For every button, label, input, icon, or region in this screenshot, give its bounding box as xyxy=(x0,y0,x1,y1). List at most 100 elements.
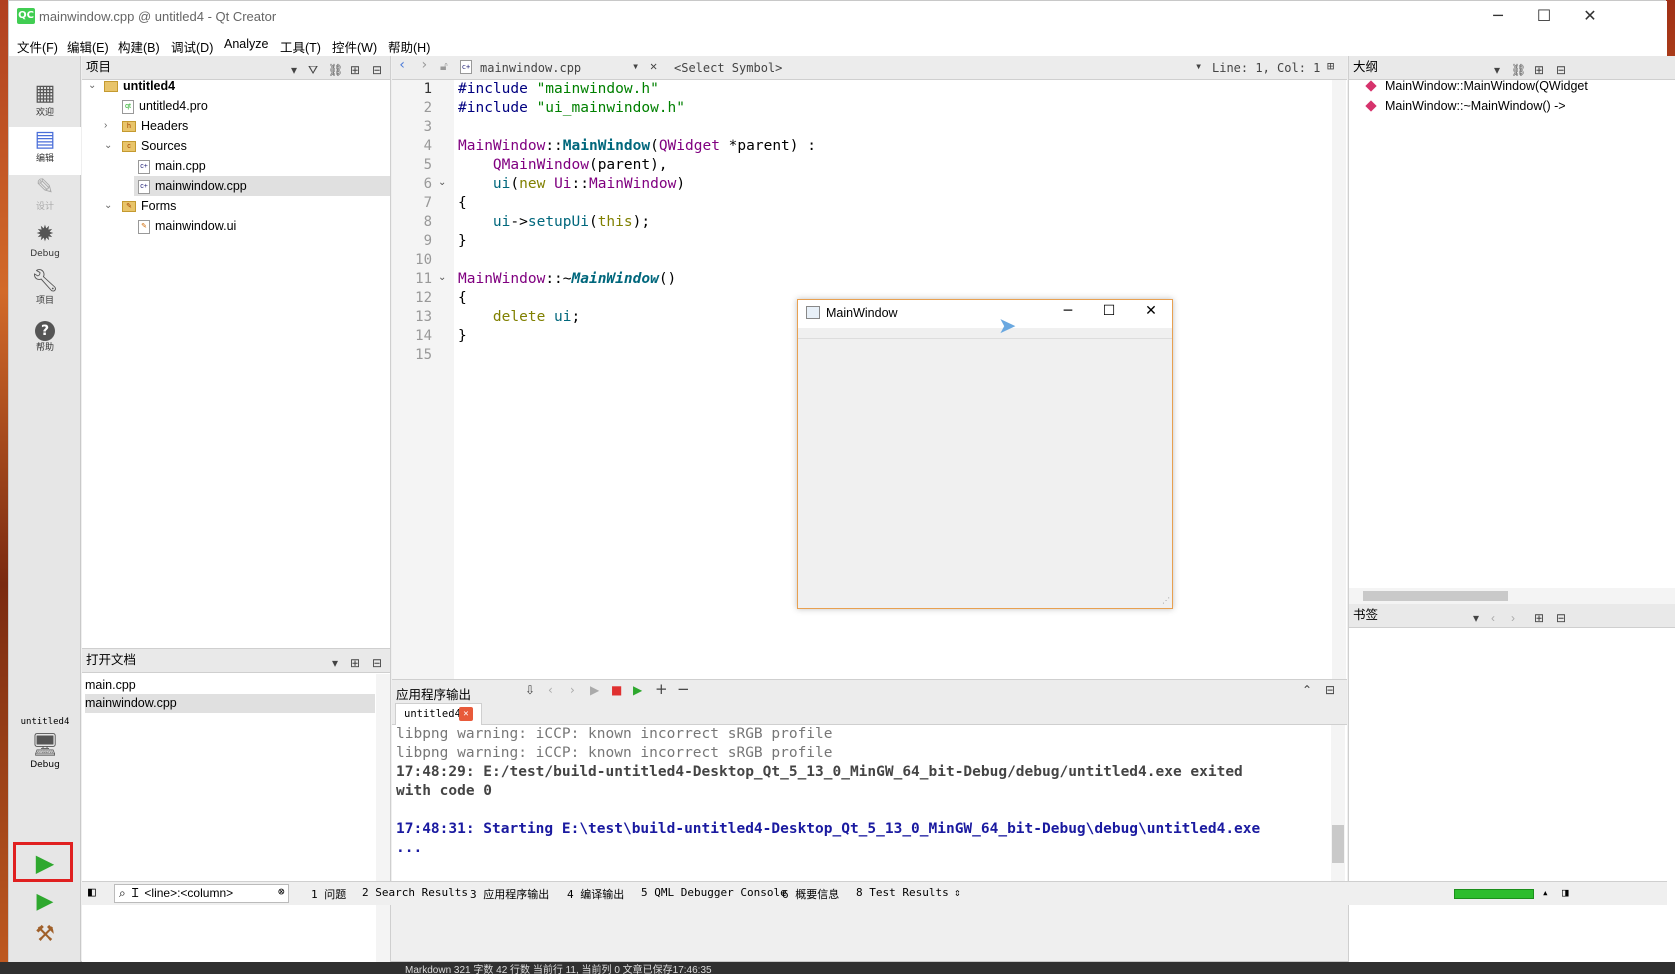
mode-help[interactable]: ? 帮助 xyxy=(9,316,81,364)
build-button[interactable]: ⚒ xyxy=(9,919,81,951)
toggle-sidebar-icon[interactable]: ◧ xyxy=(88,885,96,900)
tree-item-forms[interactable]: ⌄ ✎ Forms xyxy=(82,196,390,216)
application-output[interactable]: libpng warning: iCCP: known incorrect sR… xyxy=(392,725,1347,881)
menu-controls[interactable]: 控件(W) xyxy=(332,37,377,56)
progress-details-icon[interactable]: ▴ xyxy=(1542,886,1549,899)
previous-bookmark-icon[interactable]: ‹ xyxy=(1491,607,1495,630)
debug-run-button[interactable]: ▶ xyxy=(9,886,81,918)
headers-folder-icon: h xyxy=(122,121,136,133)
next-item-icon[interactable]: › xyxy=(570,683,575,697)
scrollbar-thumb[interactable] xyxy=(1363,591,1508,601)
symbol-selector[interactable]: <Select Symbol> xyxy=(674,61,782,75)
menu-analyze[interactable]: Analyze xyxy=(224,37,268,51)
status-tab-search-results[interactable]: 2 Search Results xyxy=(362,886,468,899)
attach-debugger-icon[interactable]: ⇩ xyxy=(525,683,535,697)
editor-scrollbar[interactable] xyxy=(1332,80,1346,679)
status-tab-application-output[interactable]: 3 应用程序输出 xyxy=(470,886,549,902)
more-tabs-icon[interactable]: ⇕ xyxy=(954,886,961,899)
tree-item-mainwindow-cpp[interactable]: c+ mainwindow.cpp xyxy=(134,176,390,196)
tree-item-pro-file[interactable]: qt untitled4.pro xyxy=(82,96,390,116)
mode-edit[interactable]: ▤ 编辑 xyxy=(9,127,81,175)
mode-debug[interactable]: ✹ Debug xyxy=(9,222,81,270)
scrollbar-thumb[interactable] xyxy=(1332,825,1344,863)
status-tab-general-messages[interactable]: 6 概要信息 xyxy=(782,886,839,902)
menu-file[interactable]: 文件(F) xyxy=(17,37,58,56)
menu-build[interactable]: 构建(B) xyxy=(118,37,160,56)
next-bookmark-icon[interactable]: › xyxy=(1511,607,1515,630)
cpp-file-icon: c+ xyxy=(138,159,150,174)
close-pane-icon[interactable]: ⊟ xyxy=(1325,683,1335,697)
line-number: 15 xyxy=(415,347,432,363)
app-close-button[interactable]: ✕ xyxy=(1136,303,1166,319)
fold-marker-icon[interactable]: ⌄ xyxy=(438,272,446,283)
dropdown-icon[interactable]: ▾ xyxy=(1473,607,1479,630)
back-icon[interactable]: ‹ xyxy=(398,57,406,73)
current-file-name[interactable]: mainwindow.cpp xyxy=(480,61,581,75)
app-title-bar: MainWindow ─ ☐ ✕ xyxy=(798,300,1172,328)
status-tab-issues[interactable]: 1 问题 xyxy=(311,886,346,902)
app-maximize-button[interactable]: ☐ xyxy=(1094,303,1124,319)
mode-projects[interactable]: 🔧︎ 项目 xyxy=(9,269,81,317)
menu-tools[interactable]: 工具(T) xyxy=(280,37,321,56)
menu-edit[interactable]: 编辑(E) xyxy=(67,37,109,56)
fold-marker-icon[interactable]: ⌄ xyxy=(438,177,446,188)
stop-icon[interactable]: ■ xyxy=(611,683,622,697)
output-scrollbar[interactable] xyxy=(1331,725,1345,881)
debug-run-icon[interactable]: ▶ xyxy=(633,683,642,697)
close-pane-icon[interactable]: ⊟ xyxy=(1556,607,1566,630)
menu-debug[interactable]: 调试(D) xyxy=(171,37,213,56)
locator-input[interactable]: ⌕ Ｉ <line>:<column> xyxy=(114,884,289,903)
open-doc-main-cpp[interactable]: main.cpp xyxy=(85,676,375,695)
close-tab-icon[interactable]: ✕ xyxy=(459,707,473,721)
zoom-out-icon[interactable]: − xyxy=(677,680,690,698)
maximize-pane-icon[interactable]: ⌃ xyxy=(1302,683,1312,697)
split-icon[interactable]: ⊞ xyxy=(1534,607,1544,630)
zoom-in-icon[interactable]: + xyxy=(655,680,668,698)
resize-grip-icon[interactable]: ⋰ xyxy=(1162,596,1170,605)
close-document-icon[interactable]: ✕ xyxy=(650,59,657,73)
kit-selector[interactable]: 🖥︎ Debug xyxy=(9,732,81,782)
tree-item-main-cpp[interactable]: c+ main.cpp xyxy=(82,156,390,176)
outline-item-destructor[interactable]: MainWindow::~MainWindow() -> xyxy=(1365,96,1566,116)
file-dropdown-icon[interactable]: ▾ xyxy=(632,59,639,73)
open-doc-mainwindow-cpp[interactable]: mainwindow.cpp xyxy=(85,694,375,713)
status-tab-test-results[interactable]: 8 Test Results xyxy=(856,886,949,899)
mode-design[interactable]: ✎ 设计 xyxy=(9,175,81,223)
status-tab-compile-output[interactable]: 4 编译输出 xyxy=(567,886,624,902)
close-pane-icon[interactable]: ⊟ xyxy=(372,652,382,675)
forward-icon[interactable]: › xyxy=(420,57,428,73)
menu-help[interactable]: 帮助(H) xyxy=(388,37,430,56)
open-docs-scrollbar[interactable] xyxy=(376,674,390,962)
cursor-position[interactable]: Line: 1, Col: 1 xyxy=(1212,61,1320,75)
minimize-button[interactable]: ─ xyxy=(1475,1,1521,33)
app-window-title: MainWindow xyxy=(826,306,898,320)
output-tab-untitled4[interactable]: untitled4 ✕ xyxy=(395,703,482,725)
split-icon[interactable]: ⊞ xyxy=(350,652,360,675)
tree-item-headers[interactable]: › h Headers xyxy=(82,116,390,136)
dropdown-icon[interactable]: ▾ xyxy=(332,652,338,675)
symbol-dropdown-icon[interactable]: ▾ xyxy=(1195,59,1202,73)
maximize-button[interactable]: ☐ xyxy=(1521,1,1567,33)
tree-item-sources[interactable]: ⌄ c Sources xyxy=(82,136,390,156)
mode-welcome[interactable]: ▦ 欢迎 xyxy=(9,81,81,129)
app-menu-bar[interactable] xyxy=(798,328,1172,339)
close-button[interactable]: ✕ xyxy=(1567,1,1613,33)
tree-item-mainwindow-ui[interactable]: ✎ mainwindow.ui xyxy=(82,216,390,236)
status-tab-qml-console[interactable]: 5 QML Debugger Console xyxy=(641,886,787,899)
tree-item-project[interactable]: ⌄ untitled4 xyxy=(82,76,390,96)
split-editor-icon[interactable]: ⊞ xyxy=(1327,59,1334,73)
outline-horizontal-scrollbar[interactable] xyxy=(1349,588,1675,604)
rerun-icon[interactable]: ▶ xyxy=(590,683,599,697)
app-minimize-button[interactable]: ─ xyxy=(1053,303,1083,319)
previous-item-icon[interactable]: ‹ xyxy=(548,683,553,697)
code-line-2: #include "ui_mainwindow.h" xyxy=(458,100,685,116)
clear-locator-icon[interactable]: ⊗ xyxy=(278,885,285,898)
output-line: libpng warning: iCCP: known incorrect sR… xyxy=(396,745,833,761)
run-button[interactable]: ▶ xyxy=(9,847,81,879)
line-number: 9 xyxy=(423,233,432,249)
outline-item-constructor[interactable]: MainWindow::MainWindow(QWidget xyxy=(1365,76,1588,96)
code-line-9: } xyxy=(458,233,467,249)
toggle-right-sidebar-icon[interactable]: ◨ xyxy=(1562,886,1569,899)
line-number: 1 xyxy=(423,81,432,97)
code-line-14: } xyxy=(458,328,467,344)
